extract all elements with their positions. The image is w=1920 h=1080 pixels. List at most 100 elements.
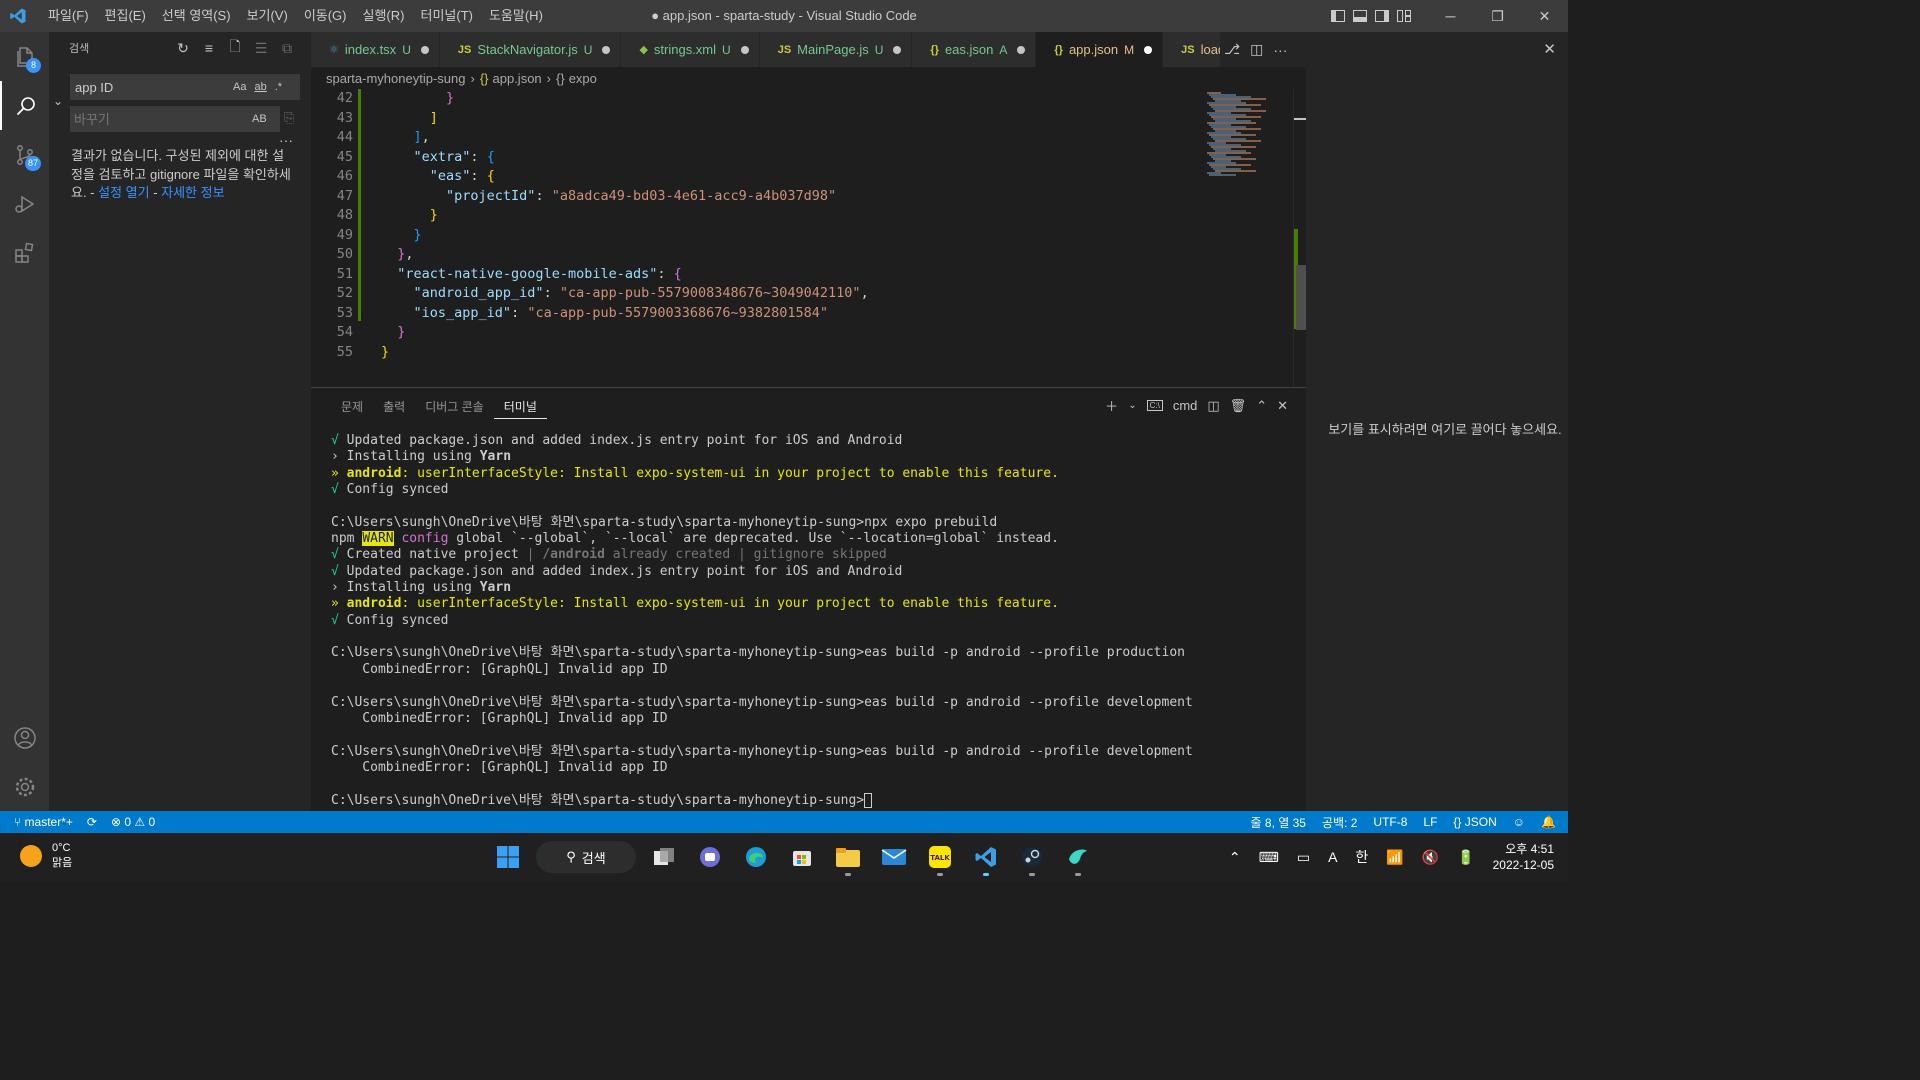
language-mode[interactable]: {} JSON — [1453, 815, 1496, 829]
search-input[interactable] — [75, 79, 225, 95]
collapse-all-icon[interactable]: ☰ — [251, 38, 271, 58]
kill-terminal-icon[interactable]: 🗑 — [1230, 398, 1247, 414]
tab-app-json[interactable]: {} app.json M — [1036, 32, 1164, 67]
unsaved-dot-icon[interactable] — [893, 45, 902, 54]
panel-tab[interactable]: 터미널 — [493, 396, 547, 419]
replace-input[interactable] — [74, 111, 244, 127]
end-of-line[interactable]: LF — [1423, 815, 1437, 829]
task-view-icon[interactable] — [646, 838, 682, 876]
app-bird-icon[interactable] — [1060, 838, 1096, 876]
ime-mode-icon[interactable]: A — [1328, 849, 1337, 865]
menu-item[interactable]: 보기(V) — [239, 0, 296, 32]
touch-keyboard-icon[interactable]: ⌨ — [1259, 849, 1279, 866]
kakaotalk-icon[interactable]: TALK — [922, 838, 958, 876]
new-terminal-icon[interactable]: ＋ — [1105, 396, 1118, 415]
refresh-icon[interactable]: ↻ — [173, 38, 193, 58]
match-word-toggle[interactable]: ab — [254, 81, 266, 93]
explorer-icon[interactable]: 8 — [0, 32, 49, 81]
accounts-icon[interactable] — [0, 713, 49, 762]
branch-status[interactable]: ⑂ master*+ — [14, 815, 73, 829]
menu-item[interactable]: 터미널(T) — [412, 0, 480, 32]
close-window-button[interactable]: ✕ — [1521, 0, 1568, 32]
ime-language[interactable]: 한 — [1355, 847, 1368, 867]
preserve-case-toggle[interactable]: AB — [252, 113, 267, 125]
open-changes-icon[interactable]: ⎇ — [1224, 41, 1240, 58]
menu-item[interactable]: 편집(E) — [97, 0, 154, 32]
match-case-toggle[interactable]: Aa — [233, 81, 246, 93]
terminal-output[interactable]: √ Updated package.json and added index.j… — [331, 433, 1193, 809]
feedback-icon[interactable]: ☺ — [1513, 815, 1525, 829]
panel-tab[interactable]: 디버그 콘솔 — [415, 396, 494, 419]
toggle-replace-chevron-icon[interactable]: ⌄ — [53, 94, 63, 108]
split-terminal-icon[interactable]: ◫ — [1207, 398, 1219, 414]
tab-mainpage-js[interactable]: JS MainPage.js U — [759, 32, 913, 67]
mail-icon[interactable] — [876, 838, 912, 876]
microsoft-store-icon[interactable] — [784, 838, 820, 876]
vscode-taskbar-icon[interactable] — [968, 838, 1004, 876]
customize-layout-icon[interactable] — [1393, 0, 1415, 32]
extensions-icon[interactable] — [0, 228, 49, 277]
battery-icon[interactable]: 🔋 — [1457, 849, 1474, 866]
tab-stacknavigator-js[interactable]: JS StackNavigator.js U — [439, 32, 622, 67]
editor-more-icon[interactable]: ··· — [1273, 42, 1287, 58]
search-icon[interactable] — [0, 81, 49, 130]
new-search-editor-icon[interactable]: 🗋 — [225, 38, 245, 58]
steam-icon[interactable] — [1014, 838, 1050, 876]
teams-chat-icon[interactable] — [692, 838, 728, 876]
problems-status[interactable]: ⊗ 0 ⚠ 0 — [111, 815, 155, 829]
tab-eas-json[interactable]: {} eas.json A — [912, 32, 1037, 67]
menu-item[interactable]: 실행(R) — [355, 0, 413, 32]
terminal-shell-name[interactable]: cmd — [1173, 398, 1198, 413]
cursor-position[interactable]: 줄 8, 열 35 — [1251, 814, 1306, 831]
close-secondary-sidebar-icon[interactable]: ✕ — [1543, 40, 1556, 58]
unsaved-dot-icon[interactable] — [1017, 45, 1026, 54]
tab-strings-xml[interactable]: ◆ strings.xml U — [621, 32, 760, 67]
weather-widget[interactable]: 0°C 맑음 — [20, 841, 72, 871]
editor-scrollbar[interactable] — [1293, 89, 1307, 387]
panel-tab[interactable]: 출력 — [373, 396, 415, 419]
start-windows-icon[interactable] — [490, 838, 526, 876]
menu-item[interactable]: 파일(F) — [40, 0, 97, 32]
notifications-bell-icon[interactable]: 🔔 — [1541, 815, 1556, 829]
tab-index-tsx[interactable]: ⚛ index.tsx U — [311, 32, 440, 67]
minimize-button[interactable]: ─ — [1427, 0, 1474, 32]
more-options-icon[interactable]: ··· — [279, 132, 293, 148]
encoding[interactable]: UTF-8 — [1373, 815, 1407, 829]
regex-toggle[interactable]: .* — [275, 81, 282, 93]
tray-chevron-up-icon[interactable]: ⌃ — [1229, 849, 1241, 866]
run-debug-icon[interactable] — [0, 179, 49, 228]
tablet-mode-icon[interactable]: ▭ — [1297, 849, 1310, 866]
breadcrumb-symbol[interactable]: expo — [569, 71, 597, 86]
volume-muted-icon[interactable]: 🔇 — [1422, 849, 1439, 866]
replace-all-icon[interactable]: ⎘ — [284, 110, 294, 126]
edge-browser-icon[interactable] — [738, 838, 774, 876]
unsaved-dot-icon[interactable] — [420, 45, 429, 54]
toggle-panel-icon[interactable] — [1349, 0, 1371, 32]
taskbar-search[interactable]: ⚲ 검색 — [536, 841, 636, 873]
menu-item[interactable]: 도움말(H) — [481, 0, 551, 32]
settings-gear-icon[interactable] — [0, 762, 49, 811]
sync-icon[interactable]: ⟳ — [87, 815, 97, 829]
close-panel-icon[interactable]: ✕ — [1277, 398, 1288, 414]
unsaved-dot-icon[interactable] — [602, 45, 611, 54]
file-explorer-icon[interactable] — [830, 838, 866, 876]
minimap[interactable] — [1201, 89, 1293, 387]
open-settings-link[interactable]: 설정 열기 — [98, 185, 149, 200]
maximize-panel-icon[interactable]: ⌃ — [1256, 398, 1267, 414]
toggle-sidebar-icon[interactable] — [1327, 0, 1349, 32]
system-clock[interactable]: 오후 4:51 2022-12-05 — [1493, 841, 1554, 873]
learn-more-link[interactable]: 자세한 정보 — [161, 185, 224, 200]
breadcrumb-folder[interactable]: sparta-myhoneytip-sung — [326, 71, 465, 86]
unsaved-dot-icon[interactable] — [740, 45, 749, 54]
unsaved-dot-icon[interactable] — [1144, 45, 1153, 54]
menu-item[interactable]: 이동(G) — [296, 0, 355, 32]
menu-item[interactable]: 선택 영역(S) — [154, 0, 239, 32]
terminal-dropdown-icon[interactable]: ⌄ — [1128, 400, 1136, 411]
panel-tab[interactable]: 문제 — [331, 396, 373, 419]
wifi-icon[interactable]: 📶 — [1386, 849, 1403, 866]
split-editor-icon[interactable]: ◫ — [1250, 41, 1263, 58]
expand-all-icon[interactable]: ⧉ — [277, 38, 297, 58]
source-control-icon[interactable]: 87 — [0, 130, 49, 179]
clear-results-icon[interactable]: ≡ — [199, 38, 219, 58]
restore-button[interactable]: ❐ — [1474, 0, 1521, 32]
